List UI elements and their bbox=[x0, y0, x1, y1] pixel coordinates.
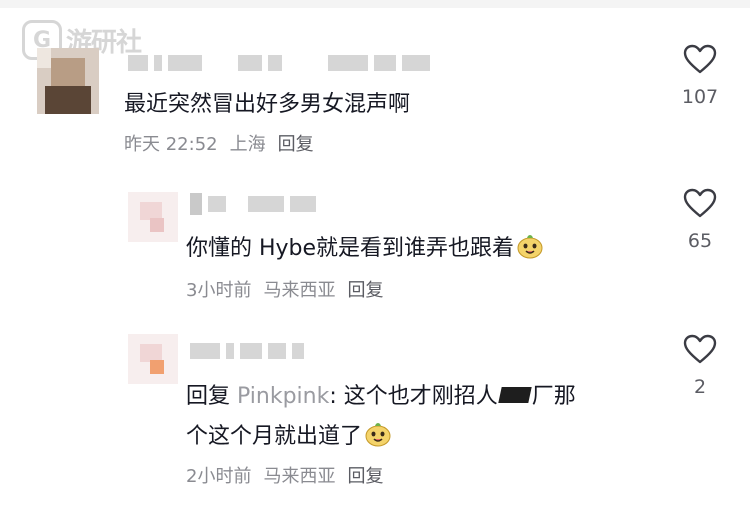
comment-text-line2: 个这个月就出道了 bbox=[186, 418, 392, 450]
comment-time: 昨天 22:52 bbox=[124, 134, 218, 155]
comment-location: 马来西亚 bbox=[263, 280, 336, 301]
smiling-face-emoji-icon bbox=[517, 235, 543, 259]
comment-location: 马来西亚 bbox=[263, 466, 336, 487]
top-divider bbox=[0, 0, 750, 8]
username-blurred[interactable] bbox=[190, 340, 304, 362]
comment-text: 回复 Pinkpink: 这个也才刚招人 厂那 bbox=[186, 378, 576, 410]
reply-button[interactable]: 回复 bbox=[347, 462, 383, 488]
comment-body-line1-end: 厂那 bbox=[531, 384, 576, 409]
comment-body: 你懂的 Hybe就是看到谁弄也跟着 bbox=[186, 236, 515, 261]
like-button[interactable]: 107 bbox=[670, 44, 730, 108]
avatar[interactable] bbox=[128, 192, 178, 242]
redacted-block bbox=[498, 387, 532, 403]
comment-body-line2: 个这个月就出道了 bbox=[186, 424, 363, 449]
avatar[interactable] bbox=[37, 48, 99, 114]
reply-button[interactable]: 回复 bbox=[278, 130, 314, 156]
comment-time: 3小时前 bbox=[186, 280, 252, 301]
heart-outline-icon[interactable] bbox=[683, 188, 717, 218]
like-count: 2 bbox=[693, 376, 707, 398]
like-button[interactable]: 65 bbox=[670, 188, 730, 252]
comment-meta: 2小时前 马来西亚 回复 bbox=[186, 462, 383, 488]
reply-button[interactable]: 回复 bbox=[347, 276, 383, 302]
avatar[interactable] bbox=[128, 334, 178, 384]
like-button[interactable]: 2 bbox=[670, 334, 730, 398]
smiling-face-emoji-icon bbox=[365, 423, 391, 447]
comment-meta: 昨天 22:52 上海 回复 bbox=[124, 130, 314, 156]
heart-outline-icon[interactable] bbox=[683, 334, 717, 364]
like-count: 107 bbox=[681, 86, 719, 108]
username-blurred[interactable] bbox=[128, 52, 430, 74]
mention-link[interactable]: Pinkpink bbox=[237, 384, 329, 409]
comment-text: 你懂的 Hybe就是看到谁弄也跟着 bbox=[186, 230, 544, 262]
reply-prefix: 回复 bbox=[186, 384, 231, 409]
username-blurred[interactable] bbox=[190, 193, 316, 215]
comment-body-line1: : 这个也才刚招人 bbox=[329, 384, 498, 409]
comment-text: 最近突然冒出好多男女混声啊 bbox=[124, 92, 411, 117]
heart-outline-icon[interactable] bbox=[683, 44, 717, 74]
comment-location: 上海 bbox=[229, 134, 266, 155]
like-count: 65 bbox=[687, 230, 713, 252]
comment-time: 2小时前 bbox=[186, 466, 252, 487]
comment-meta: 3小时前 马来西亚 回复 bbox=[186, 276, 383, 302]
